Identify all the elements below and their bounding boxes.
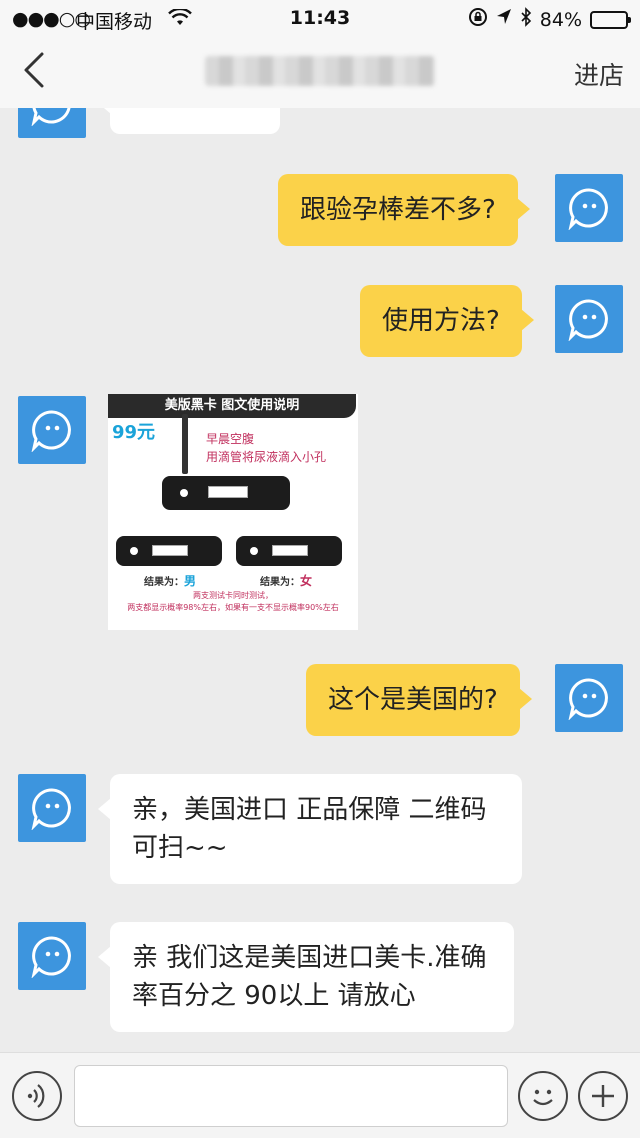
wangwang-icon	[31, 788, 71, 830]
image-step-2: 用滴管将尿液滴入小孔	[206, 450, 327, 464]
message-bubble-received: 亲 我们这是美国进口美卡.准确 率百分之 90以上 请放心	[98, 922, 514, 1032]
avatar[interactable]	[18, 108, 86, 138]
image-price: 99元	[112, 422, 156, 443]
shop-title-blurred	[205, 56, 435, 86]
battery-icon	[590, 10, 631, 29]
wangwang-icon	[568, 299, 608, 341]
seller-avatar[interactable]	[18, 922, 86, 990]
wangwang-icon	[31, 108, 71, 126]
message-bubble-partial	[98, 108, 280, 134]
plus-icon	[592, 1085, 614, 1107]
test-cassette-male	[116, 536, 222, 566]
message-line: 亲 我们这是美国进口美卡.准确	[132, 943, 487, 973]
message-line: 可扫~~	[132, 833, 228, 863]
image-header: 美版黑卡 图文使用说明	[108, 394, 356, 418]
wangwang-icon	[568, 188, 608, 230]
test-cassette-female	[236, 536, 342, 566]
message-bubble-received: 亲，美国进口 正品保障 二维码 可扫~~	[98, 774, 522, 884]
seller-avatar[interactable]	[18, 774, 86, 842]
image-note-2: 两支都显示概率98%左右，如果有一支不显示概率90%左右	[127, 603, 339, 612]
voice-button[interactable]	[12, 1071, 62, 1121]
message-bubble-sent: 这个是美国的?	[306, 664, 532, 736]
image-note-1: 两支测试卡同时测试，	[193, 591, 273, 600]
message-line: 率百分之 90以上 请放心	[132, 981, 416, 1011]
status-bar: ●●●○○ 中国移动 11:43 84%	[0, 0, 640, 36]
dropper-graphic	[182, 414, 188, 474]
orientation-lock-icon	[468, 7, 488, 32]
add-button[interactable]	[578, 1071, 628, 1121]
my-avatar[interactable]	[555, 174, 623, 242]
wangwang-icon	[31, 936, 71, 978]
seller-avatar[interactable]	[18, 396, 86, 464]
status-right: 84%	[468, 7, 631, 32]
message-line: 亲，美国进口 正品保障 二维码	[132, 795, 487, 825]
location-arrow-icon	[496, 8, 512, 31]
image-message[interactable]: 美版黑卡 图文使用说明 99元 早晨空腹 用滴管将尿液滴入小孔 结果为：男 结果…	[108, 394, 358, 630]
enter-store-button[interactable]: 进店	[574, 56, 624, 92]
wangwang-icon	[31, 410, 71, 452]
image-step-1: 早晨空腹	[206, 432, 255, 446]
chat-area[interactable]: 跟验孕棒差不多? 使用方法? 美版黑卡 图文使用说明 99元 早晨空腹 用滴管将…	[0, 108, 640, 1052]
message-bubble-sent: 使用方法?	[360, 285, 534, 357]
message-bubble-sent: 跟验孕棒差不多?	[278, 174, 530, 246]
voice-icon	[27, 1084, 45, 1108]
chevron-left-icon	[24, 52, 44, 88]
input-bar	[0, 1052, 640, 1138]
message-input[interactable]	[74, 1065, 508, 1127]
emoji-button[interactable]	[518, 1071, 568, 1121]
battery-percent: 84%	[539, 8, 582, 31]
my-avatar[interactable]	[555, 664, 623, 732]
result-male: 结果为：男	[144, 574, 197, 588]
back-button[interactable]	[20, 50, 60, 94]
result-female: 结果为：女	[260, 574, 313, 588]
my-avatar[interactable]	[555, 285, 623, 353]
test-cassette	[162, 476, 290, 510]
smiley-icon	[533, 1089, 553, 1106]
nav-bar: 进店	[0, 36, 640, 108]
bluetooth-icon	[520, 7, 532, 32]
wangwang-icon	[568, 678, 608, 720]
